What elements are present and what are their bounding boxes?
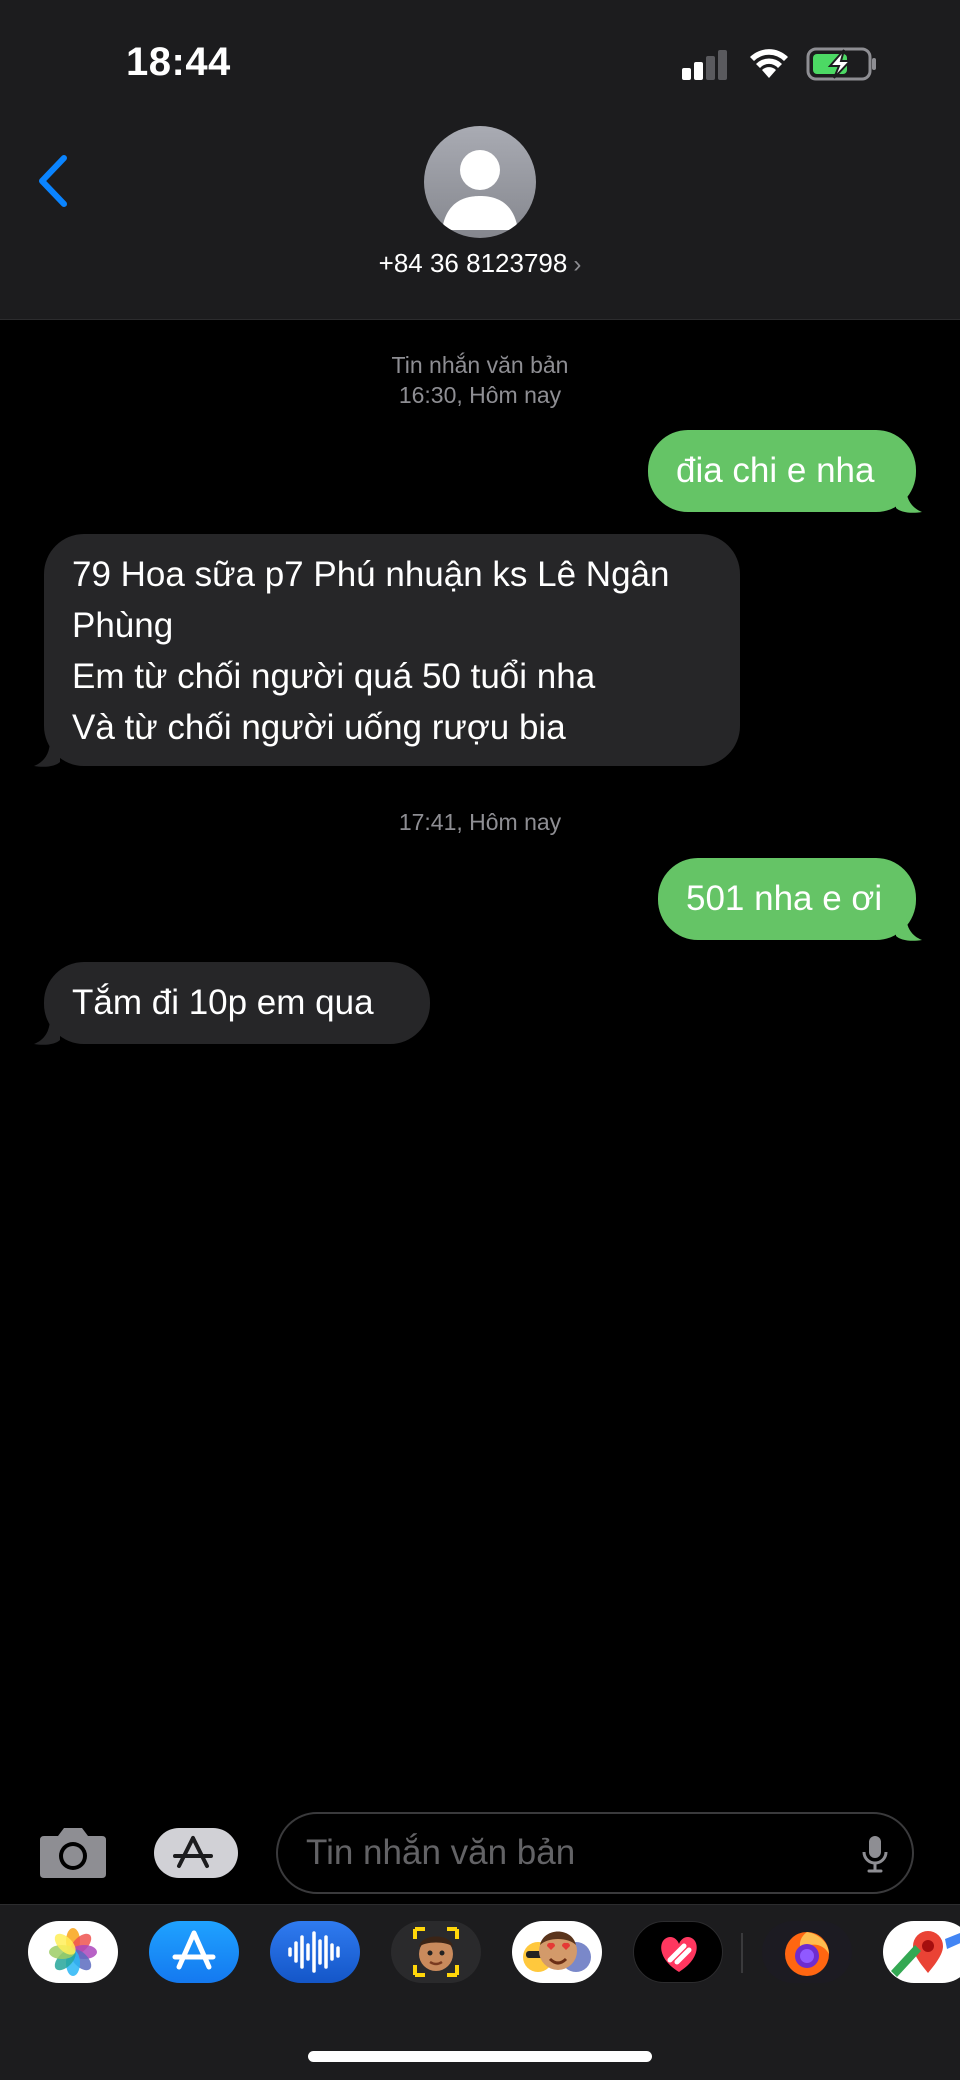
timestamp-group-1: Tin nhắn văn bản 16:30, Hôm nay — [0, 350, 960, 410]
bubble-tail — [896, 914, 922, 941]
timestamp: 16:30, Hôm nay — [398, 382, 562, 408]
message-line: 79 Hoa sữa p7 Phú nhuận ks Lê Ngân — [72, 555, 670, 594]
bubble-tail — [896, 486, 922, 513]
message-text: đia chi e nha — [676, 451, 875, 490]
timestamp: 17:41, Hôm nay — [398, 809, 562, 835]
status-time: 18:44 — [126, 40, 231, 84]
battery-charging-icon — [806, 47, 876, 81]
message-line: Phùng — [72, 606, 174, 645]
message-input[interactable] — [306, 1814, 846, 1892]
app-store-app-icon[interactable] — [149, 1921, 239, 1983]
received-message-bubble[interactable]: Tắm đi 10p em qua — [44, 962, 430, 1044]
sent-message-bubble[interactable]: đia chi e nha — [648, 430, 916, 512]
contact-avatar[interactable] — [424, 126, 536, 238]
digital-touch-icon[interactable] — [633, 1921, 723, 1983]
firefox-icon[interactable] — [762, 1921, 852, 1983]
imessage-app-drawer — [0, 1904, 960, 2080]
wifi-icon — [750, 49, 788, 78]
google-maps-icon[interactable] — [883, 1921, 960, 1983]
received-message-bubble[interactable]: 79 Hoa sữa p7 Phú nhuận ks Lê Ngân Phùng… — [44, 534, 740, 766]
memoji-icon[interactable] — [391, 1921, 481, 1983]
cellular-signal-icon — [682, 50, 727, 80]
timestamp-group-2: 17:41, Hôm nay — [0, 807, 960, 837]
bubble-tail — [34, 740, 60, 767]
chevron-right-icon: › — [573, 251, 582, 278]
home-indicator[interactable] — [308, 2051, 652, 2062]
photos-icon[interactable] — [28, 1921, 118, 1983]
drawer-divider — [741, 1933, 743, 1973]
audio-message-icon[interactable] — [270, 1921, 360, 1983]
app-store-button[interactable] — [154, 1828, 238, 1878]
message-text: Tắm đi 10p em qua — [72, 983, 374, 1022]
camera-icon[interactable] — [38, 1822, 108, 1880]
message-text: 501 nha e ơi — [686, 879, 883, 918]
bubble-tail — [34, 1018, 60, 1045]
contact-name-button[interactable]: +84 36 8123798 › — [0, 248, 960, 279]
message-type-label: Tin nhắn văn bản — [391, 352, 569, 378]
animoji-stickers-icon[interactable] — [512, 1921, 602, 1983]
message-line: Em từ chối người quá 50 tuổi nha — [72, 657, 596, 696]
contact-number: +84 36 8123798 — [378, 248, 568, 278]
app-store-icon — [173, 1836, 213, 1868]
sent-message-bubble[interactable]: 501 nha e ơi — [658, 858, 916, 940]
person-silhouette-icon — [442, 150, 518, 230]
message-line: Và từ chối người uống rượu bia — [72, 708, 566, 747]
microphone-icon[interactable] — [860, 1834, 890, 1874]
conversation-header: 18:44 +84 36 8123798 › — [0, 0, 960, 320]
header-divider — [0, 319, 960, 320]
back-button[interactable] — [30, 152, 74, 210]
message-input-field[interactable] — [276, 1812, 914, 1894]
